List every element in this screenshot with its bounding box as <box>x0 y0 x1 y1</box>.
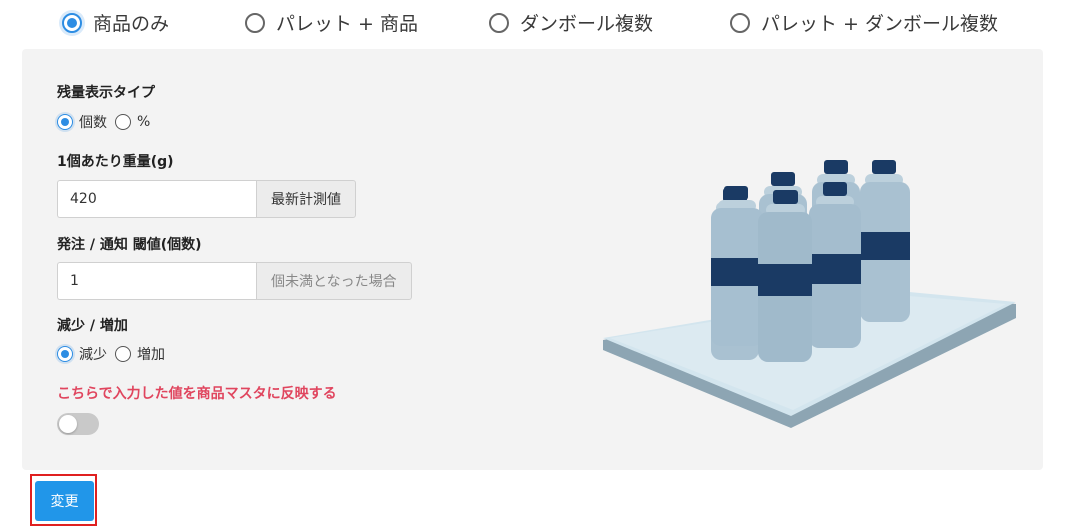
toggle-knob <box>59 415 77 433</box>
packaging-option-pallet-cardboard-multiple[interactable]: パレット + ダンボール複数 <box>730 9 998 36</box>
packaging-option-label: パレット + 商品 <box>276 13 418 35</box>
remaining-display-type-radio-group: 個数 % <box>57 112 158 132</box>
bottle-icon <box>809 182 861 348</box>
radio-unselected-icon[interactable] <box>489 12 509 33</box>
scale-with-bottles-illustration <box>603 160 1016 428</box>
unit-weight-input[interactable] <box>57 180 256 218</box>
bottle-icon <box>758 190 812 362</box>
radio-unselected-icon[interactable] <box>730 12 750 33</box>
radio-increase-option[interactable] <box>115 346 131 362</box>
remaining-display-type-label: 残量表示タイプ <box>57 85 155 101</box>
radio-count-option[interactable] <box>57 114 73 130</box>
packaging-type-radio-group: 商品のみ パレット + 商品 ダンボール複数 パレット + ダンボール複数 <box>0 0 1073 46</box>
packaging-option-cardboard-multiple[interactable]: ダンボール複数 <box>489 9 653 36</box>
radio-percent-option[interactable] <box>115 114 131 130</box>
submit-change-button[interactable]: 変更 <box>35 481 94 521</box>
reflect-to-master-toggle[interactable] <box>57 413 99 435</box>
radio-selected-icon[interactable] <box>62 12 82 33</box>
bottle-icon <box>860 160 910 322</box>
threshold-suffix: 個未満となった場合 <box>256 262 412 300</box>
radio-increase-label: 増加 <box>137 347 165 363</box>
direction-label: 減少 / 増加 <box>57 318 128 334</box>
direction-radio-group: 減少 増加 <box>57 344 173 364</box>
radio-decrease-option[interactable] <box>57 346 73 362</box>
unit-weight-input-group: 最新計測値 <box>57 180 356 218</box>
packaging-option-pallet-product[interactable]: パレット + 商品 <box>245 9 418 36</box>
threshold-input-group: 個未満となった場合 <box>57 262 412 300</box>
radio-unselected-icon[interactable] <box>245 12 265 33</box>
reflect-to-master-label: こちらで入力した値を商品マスタに反映する <box>57 386 337 402</box>
radio-percent-label: % <box>137 114 151 130</box>
packaging-option-label: ダンボール複数 <box>520 13 654 35</box>
packaging-option-label: パレット + ダンボール複数 <box>761 13 998 35</box>
radio-count-label: 個数 <box>79 115 107 131</box>
latest-measurement-button[interactable]: 最新計測値 <box>256 180 356 218</box>
unit-weight-label: 1個あたり重量(g) <box>57 154 174 170</box>
packaging-option-label: 商品のみ <box>93 13 170 35</box>
radio-decrease-label: 減少 <box>79 347 107 363</box>
threshold-input[interactable] <box>57 262 256 300</box>
bottle-icon <box>711 186 763 346</box>
threshold-label: 発注 / 通知 閾値(個数) <box>57 237 202 253</box>
packaging-option-product-only[interactable]: 商品のみ <box>62 9 169 36</box>
